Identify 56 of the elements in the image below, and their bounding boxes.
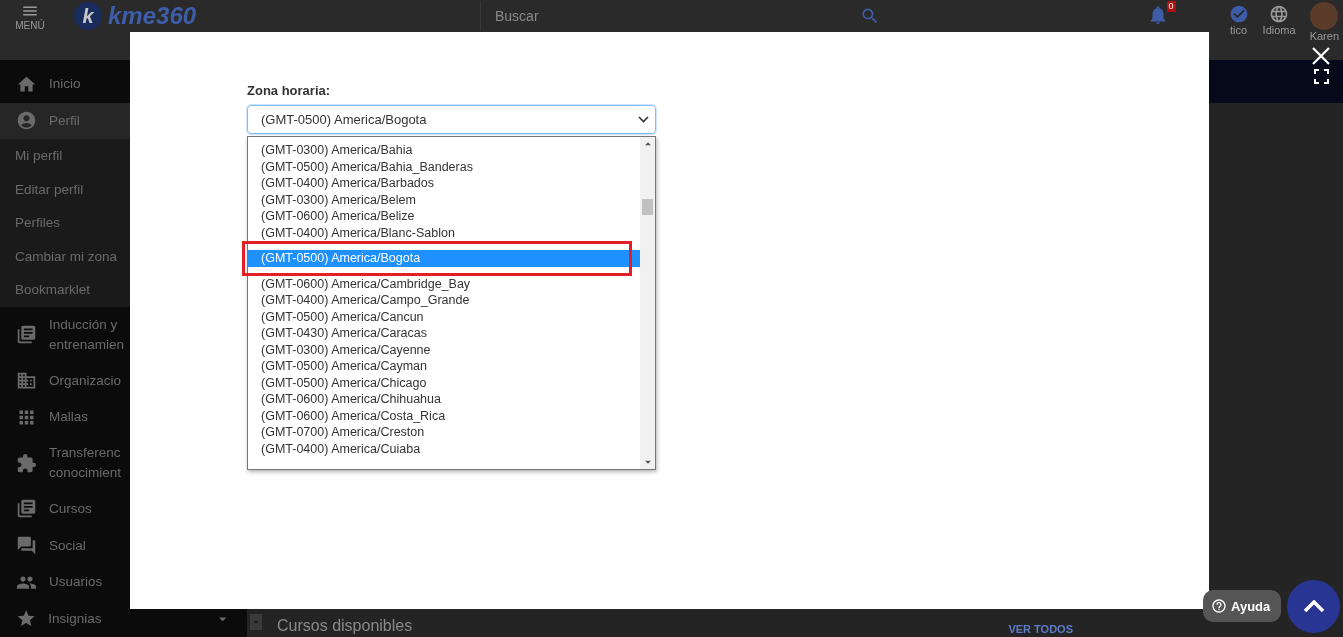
header-label[interactable]: tico	[1230, 24, 1248, 36]
dropdown-option[interactable]: (GMT-0430) America/Caracas	[248, 325, 640, 342]
book-icon	[16, 498, 37, 520]
globe-icon[interactable]	[1269, 4, 1290, 24]
dropdown-option[interactable]: (GMT-0500) America/Chicago	[248, 374, 640, 391]
view-all-link[interactable]: VER TODOS	[1008, 623, 1073, 635]
sidebar-item[interactable]: Cursos	[0, 490, 247, 528]
book-icon	[16, 324, 37, 346]
fullscreen-button[interactable]	[1314, 69, 1329, 84]
sidebar-item[interactable]: Insignias	[0, 600, 247, 637]
dropdown-option[interactable]: (GMT-0300) America/Belem	[248, 191, 640, 208]
dropdown-option[interactable]: (GMT-0500) America/Cayman	[248, 358, 640, 375]
logo-text: kme360	[108, 2, 197, 30]
close-button[interactable]	[1312, 47, 1330, 65]
header-label[interactable]: Karen	[1309, 30, 1339, 42]
scrollbar[interactable]	[640, 137, 655, 469]
dropdown-option[interactable]: (GMT-0600) America/Belize	[248, 208, 640, 225]
chevron-icon	[638, 116, 649, 123]
dropdown-option[interactable]: (GMT-0400) America/Cuiaba	[248, 440, 640, 457]
menu-button[interactable]: MENÚ	[0, 0, 60, 32]
sidebar-item[interactable]: Transferenc conocimient	[0, 435, 247, 491]
sidebar-item[interactable]: Social	[0, 527, 247, 564]
sidebar-item[interactable]: Organizacio	[0, 362, 247, 399]
sidebar-item[interactable]: Inducción y entrenamien	[0, 307, 247, 363]
search-field[interactable]: Buscar	[480, 1, 880, 31]
dropdown-option[interactable]: (GMT-0600) America/Costa_Rica	[248, 407, 640, 424]
puzzle-icon	[16, 452, 37, 474]
scroll-thumb[interactable]	[642, 199, 653, 215]
dropdown-option[interactable]: (GMT-0400) America/Blanc-Sablon	[248, 224, 640, 241]
header-label[interactable]: Idioma	[1262, 24, 1296, 36]
dropdown-option[interactable]: (GMT-0500) America/Bahia_Banderas	[248, 158, 640, 175]
check-icon[interactable]	[1228, 4, 1249, 24]
dropdown-option[interactable]: (GMT-0400) America/Campo_Grande	[248, 292, 640, 309]
field-label: Zona horaria:	[247, 83, 331, 98]
dropdown-option[interactable]: (GMT-0300) America/Bahia	[248, 142, 640, 159]
sidebar-item[interactable]: Inicio	[0, 66, 247, 103]
help-icon	[1211, 598, 1227, 614]
sidebar-item[interactable]: Usuarios	[0, 563, 247, 601]
logo-mark: k	[74, 2, 102, 30]
section-title: Cursos disponibles	[277, 617, 413, 635]
notification-badge: 0	[1166, 1, 1176, 12]
dropdown-option[interactable]: (GMT-0700) America/Creston	[248, 424, 640, 441]
help-button[interactable]: Ayuda	[1203, 590, 1281, 622]
dropdown-option[interactable]: (GMT-0600) America/Cambridge_Bay	[248, 275, 640, 292]
dropdown-option[interactable]: (GMT-0600) America/Chihuahua	[248, 391, 640, 408]
scroll-top-button[interactable]	[1287, 580, 1340, 633]
dropdown-option[interactable]: (GMT-0400) America/Barbados	[248, 175, 640, 192]
chevron-up-icon	[1302, 600, 1325, 613]
fullscreen-icon	[1314, 69, 1329, 84]
timezone-select[interactable]: (GMT-0500) America/Bogota	[247, 105, 656, 134]
close-icon	[1312, 47, 1330, 65]
dropdown-option[interactable]: (GMT-0500) America/Cancun	[248, 308, 640, 325]
person-icon	[16, 110, 37, 132]
sidebar-item[interactable]: Mallas	[0, 398, 247, 436]
dropdown-option[interactable]: (GMT-0300) America/Cayenne	[248, 341, 640, 358]
search-icon[interactable]	[860, 6, 880, 26]
